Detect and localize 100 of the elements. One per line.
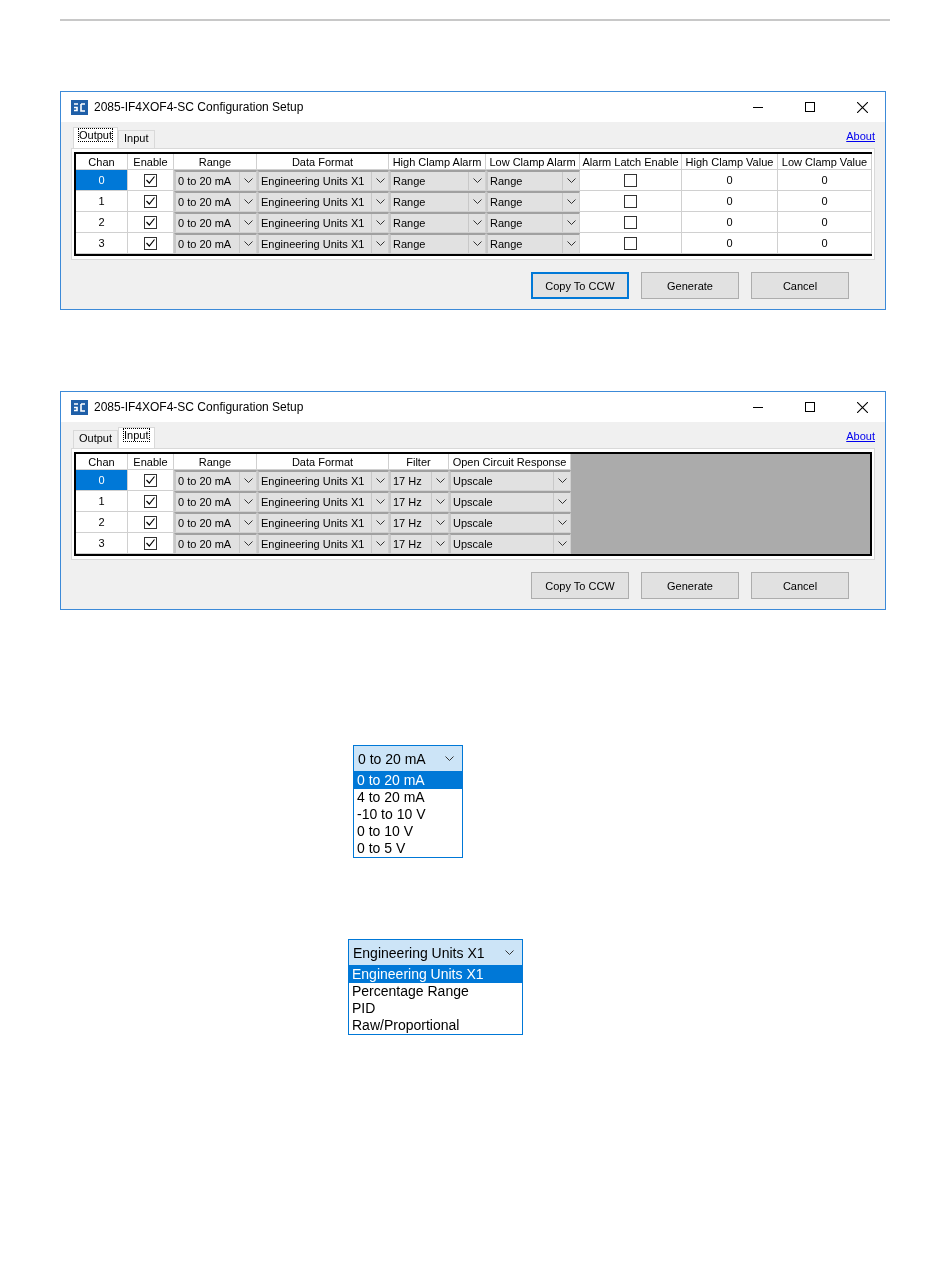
checkbox[interactable] bbox=[144, 236, 157, 250]
dropdown[interactable]: Upscale bbox=[449, 512, 571, 533]
dialog-button[interactable]: Generate bbox=[641, 572, 739, 599]
dialog-button[interactable]: Copy To CCW bbox=[531, 272, 629, 299]
chevron-down-icon bbox=[243, 178, 253, 184]
about-link[interactable]: About bbox=[846, 430, 875, 442]
dropdown[interactable]: Engineering Units X1 bbox=[348, 939, 523, 966]
chevron-down-icon bbox=[566, 241, 576, 247]
checkbox[interactable] bbox=[144, 473, 157, 487]
dialog-button[interactable]: Cancel bbox=[751, 572, 849, 599]
table-cell: 3 bbox=[76, 233, 128, 254]
chevron-down-icon bbox=[566, 220, 576, 226]
dialog-button[interactable]: Copy To CCW bbox=[531, 572, 629, 599]
dropdown[interactable]: 0 to 20 mA bbox=[174, 170, 257, 191]
dropdown[interactable]: Engineering Units X1 bbox=[257, 491, 389, 512]
maximize-icon[interactable] bbox=[805, 402, 815, 412]
dropdown[interactable]: 0 to 20 mA bbox=[174, 233, 257, 254]
minimize-icon[interactable] bbox=[753, 106, 763, 108]
table-cell: 0 bbox=[76, 170, 128, 191]
dropdown-option[interactable]: PID bbox=[349, 1000, 522, 1017]
dropdown[interactable]: Range bbox=[486, 212, 580, 233]
checkbox[interactable] bbox=[144, 215, 157, 229]
dropdown[interactable]: Engineering Units X1 bbox=[257, 512, 389, 533]
dropdown[interactable]: Engineering Units X1 bbox=[257, 212, 389, 233]
dropdown[interactable]: Upscale bbox=[449, 533, 571, 554]
checkbox[interactable] bbox=[624, 236, 637, 250]
table-cell: 0 bbox=[76, 470, 128, 491]
dropdown-option[interactable]: Raw/Proportional bbox=[349, 1017, 522, 1034]
dropdown-option[interactable]: 0 to 20 mA bbox=[354, 772, 462, 789]
chevron-down-icon bbox=[243, 220, 253, 226]
dropdown[interactable]: Range bbox=[389, 233, 486, 254]
dialog-button[interactable]: Cancel bbox=[751, 272, 849, 299]
tab[interactable]: Input bbox=[118, 427, 155, 448]
tab[interactable]: Output bbox=[73, 430, 119, 448]
dropdown[interactable]: 17 Hz bbox=[389, 491, 449, 512]
checkbox[interactable] bbox=[144, 194, 157, 208]
checkbox[interactable] bbox=[624, 194, 637, 208]
table-cell: 0 bbox=[682, 191, 778, 212]
dropdown[interactable]: Range bbox=[486, 170, 580, 191]
dropdown-option[interactable]: Engineering Units X1 bbox=[349, 966, 522, 983]
column-header: Chan bbox=[76, 154, 128, 170]
dropdown[interactable]: 0 to 20 mA bbox=[174, 212, 257, 233]
dialog-button[interactable]: Generate bbox=[641, 272, 739, 299]
dropdown[interactable]: 0 to 20 mA bbox=[353, 745, 463, 772]
dropdown[interactable]: Engineering Units X1 bbox=[257, 170, 389, 191]
dropdown[interactable]: 0 to 20 mA bbox=[174, 512, 257, 533]
dropdown[interactable]: 0 to 20 mA bbox=[174, 491, 257, 512]
chevron-down-icon bbox=[445, 755, 454, 762]
chevron-down-icon bbox=[435, 520, 445, 526]
dropdown[interactable]: 17 Hz bbox=[389, 512, 449, 533]
chevron-down-icon bbox=[557, 541, 567, 547]
dropdown[interactable]: Engineering Units X1 bbox=[257, 470, 389, 491]
tab[interactable]: Output bbox=[73, 127, 119, 148]
dropdown-option[interactable]: 4 to 20 mA bbox=[354, 789, 462, 806]
dropdown[interactable]: Upscale bbox=[449, 470, 571, 491]
table-cell: 1 bbox=[76, 191, 128, 212]
tab[interactable]: Input bbox=[118, 130, 155, 148]
checkbox[interactable] bbox=[624, 215, 637, 229]
checkbox[interactable] bbox=[144, 494, 157, 508]
maximize-icon[interactable] bbox=[805, 102, 815, 112]
dropdown-option[interactable]: 0 to 5 V bbox=[354, 840, 462, 857]
dropdown-option[interactable]: 0 to 10 V bbox=[354, 823, 462, 840]
table-cell: 1 bbox=[76, 491, 128, 512]
minimize-icon[interactable] bbox=[753, 406, 763, 408]
column-header: Filter bbox=[389, 454, 449, 470]
table-cell: 0 bbox=[682, 170, 778, 191]
chevron-down-icon bbox=[243, 199, 253, 205]
chevron-down-icon bbox=[375, 541, 385, 547]
chevron-down-icon bbox=[566, 178, 576, 184]
dropdown[interactable]: 0 to 20 mA bbox=[174, 470, 257, 491]
dropdown[interactable]: Range bbox=[389, 212, 486, 233]
dropdown[interactable]: 0 to 20 mA bbox=[174, 191, 257, 212]
dropdown[interactable]: 17 Hz bbox=[389, 470, 449, 491]
dropdown[interactable]: Range bbox=[389, 170, 486, 191]
close-icon[interactable] bbox=[856, 401, 868, 413]
dropdown[interactable]: Range bbox=[486, 233, 580, 254]
dropdown[interactable]: Engineering Units X1 bbox=[257, 233, 389, 254]
dropdown[interactable]: Upscale bbox=[449, 491, 571, 512]
column-header: Low Clamp Value bbox=[778, 154, 872, 170]
chevron-down-icon bbox=[557, 520, 567, 526]
checkbox[interactable] bbox=[144, 515, 157, 529]
column-header: Open Circuit Response bbox=[449, 454, 571, 470]
chevron-down-icon bbox=[472, 178, 482, 184]
dropdown[interactable]: Range bbox=[389, 191, 486, 212]
table-cell: 2 bbox=[76, 212, 128, 233]
checkbox[interactable] bbox=[624, 173, 637, 187]
close-icon[interactable] bbox=[856, 101, 868, 113]
dropdown[interactable]: 17 Hz bbox=[389, 533, 449, 554]
dropdown[interactable]: Range bbox=[486, 191, 580, 212]
dropdown[interactable]: Engineering Units X1 bbox=[257, 533, 389, 554]
checkbox[interactable] bbox=[144, 173, 157, 187]
column-header: Enable bbox=[128, 454, 174, 470]
dropdown-option[interactable]: Percentage Range bbox=[349, 983, 522, 1000]
chevron-down-icon bbox=[472, 199, 482, 205]
about-link[interactable]: About bbox=[846, 130, 875, 142]
dropdown-option[interactable]: -10 to 10 V bbox=[354, 806, 462, 823]
checkbox[interactable] bbox=[144, 536, 157, 550]
dropdown[interactable]: 0 to 20 mA bbox=[174, 533, 257, 554]
chevron-down-icon bbox=[375, 499, 385, 505]
dropdown[interactable]: Engineering Units X1 bbox=[257, 191, 389, 212]
